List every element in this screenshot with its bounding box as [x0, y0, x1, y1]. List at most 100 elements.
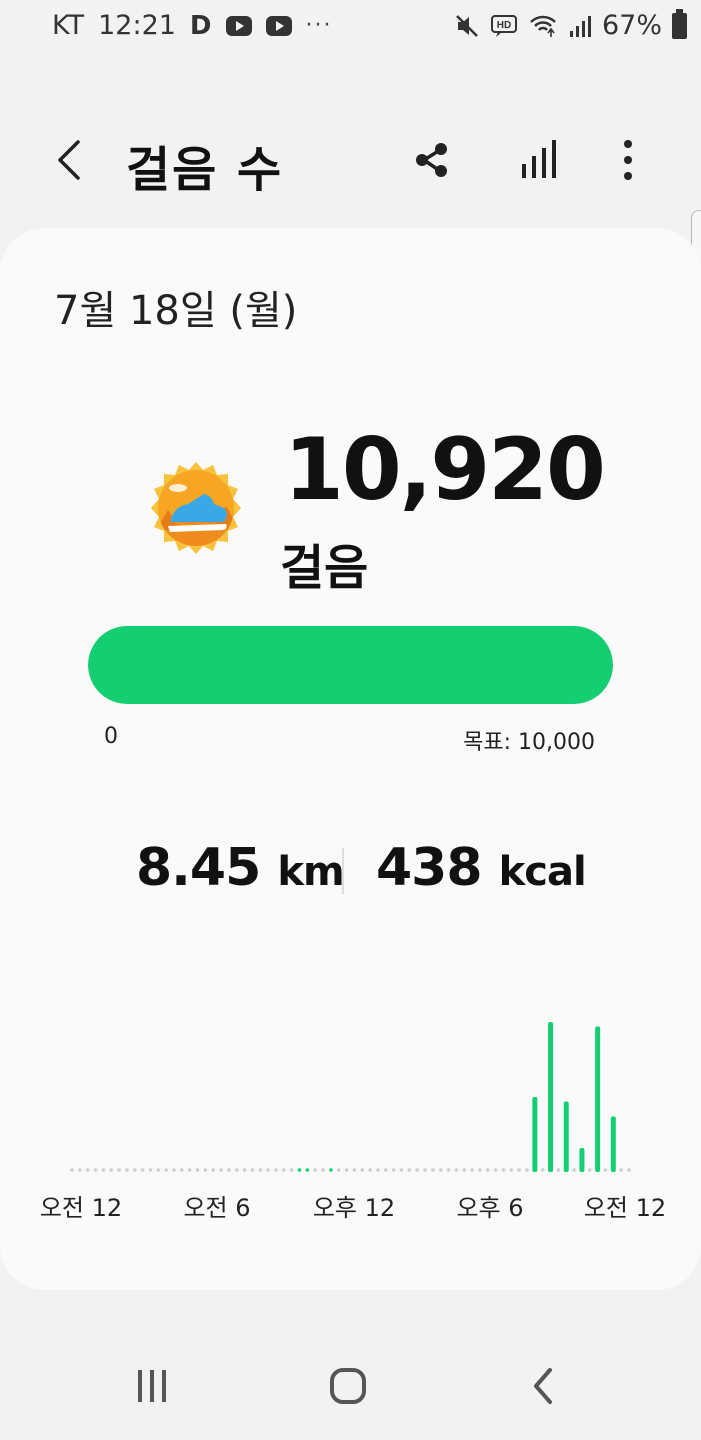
chart-baseline-dot — [93, 1168, 98, 1172]
chart-bar[interactable] — [595, 1026, 601, 1173]
chart-active-dot — [297, 1168, 302, 1172]
chart-bar[interactable] — [532, 1097, 538, 1172]
sneaker-badge-icon — [151, 462, 241, 554]
chart-baseline-dot — [180, 1168, 184, 1172]
x-axis-label: 오전 12 — [583, 1194, 667, 1222]
chart-baseline-dot — [258, 1168, 263, 1172]
carrier-label: KT — [52, 10, 85, 41]
back-nav-icon — [534, 1368, 552, 1404]
chart-baseline-dot — [219, 1168, 223, 1172]
chart-baseline-dot — [384, 1168, 388, 1172]
steps-badge — [148, 460, 244, 556]
hd-voice-icon: HD — [490, 14, 517, 37]
battery-percent: 67% — [601, 10, 662, 41]
overflow-notification-icon: ··· — [305, 13, 333, 38]
steps-count: 10,920 — [284, 420, 606, 520]
steps-unit: 걸음 — [280, 540, 369, 596]
recents-button[interactable] — [122, 1356, 182, 1416]
chart-baseline-dot — [344, 1168, 349, 1172]
share-button[interactable] — [402, 130, 462, 190]
x-axis-label: 오전 12 — [39, 1194, 123, 1222]
x-axis-label: 오후 6 — [456, 1194, 524, 1222]
signal-icon — [569, 15, 591, 37]
chart-baseline-dot — [446, 1168, 451, 1172]
back-icon — [58, 140, 80, 180]
chart-baseline-dot — [242, 1168, 247, 1172]
home-button[interactable] — [318, 1356, 378, 1416]
stats-icon — [522, 140, 556, 178]
chart-baseline-dot — [195, 1168, 200, 1172]
app-bar: 걸음 수 — [0, 110, 701, 210]
chart-baseline-dot — [336, 1168, 341, 1172]
x-axis-label: 오후 12 — [312, 1194, 396, 1222]
chart-active-dot — [305, 1168, 310, 1172]
chart-baseline-dot — [187, 1168, 192, 1172]
chart-baseline-dot — [368, 1168, 372, 1172]
stats-button[interactable] — [508, 130, 568, 190]
goal-progress-bar — [88, 626, 613, 704]
chart-baseline-dot — [619, 1168, 623, 1172]
chart-baseline-dot — [525, 1168, 529, 1172]
calories-value: 438 — [376, 838, 483, 898]
hourly-steps-chart[interactable] — [0, 998, 701, 1198]
chart-bar[interactable] — [579, 1148, 585, 1172]
goal-label: 목표: 10,000 — [463, 730, 595, 755]
chart-baseline-dot — [274, 1168, 278, 1172]
distance-stat: 8.45 km — [136, 838, 345, 898]
mute-icon — [456, 14, 478, 37]
chart-baseline-dot — [352, 1168, 357, 1172]
chart-active-dot — [329, 1168, 333, 1172]
chart-baseline-dot — [423, 1168, 427, 1172]
chart-baseline-dot — [250, 1168, 255, 1172]
chart-baseline-dot — [282, 1168, 286, 1172]
chart-baseline-dot — [509, 1168, 514, 1172]
chart-baseline-dot — [603, 1168, 608, 1172]
chart-baseline-dot — [485, 1168, 490, 1172]
goal-progress-fill — [88, 626, 613, 704]
chart-baseline-dot — [109, 1168, 114, 1172]
chart-baseline-dot — [85, 1168, 90, 1172]
page-title: 걸음 수 — [126, 142, 284, 198]
calories-unit: kcal — [498, 849, 587, 895]
chart-baseline-dot — [438, 1168, 443, 1172]
chart-baseline-dot — [415, 1168, 419, 1172]
chart-baseline-dot — [203, 1168, 208, 1172]
chart-bar[interactable] — [563, 1101, 569, 1173]
home-icon — [330, 1368, 366, 1404]
battery-icon — [672, 8, 687, 39]
calories-stat: 438 kcal — [376, 838, 587, 898]
chart-baseline-dot — [164, 1168, 168, 1172]
status-bar-right: HD 67% — [454, 8, 687, 41]
chart-baseline-dot — [360, 1168, 365, 1172]
svg-text:HD: HD — [497, 20, 511, 31]
chart-baseline-dot — [540, 1168, 545, 1172]
chart-x-axis: 오전 12 오전 6 오후 12 오후 6 오전 12 — [0, 1188, 701, 1228]
chart-baseline-dot — [391, 1168, 396, 1172]
chart-baseline-dot — [78, 1168, 82, 1172]
chart-baseline-dot — [407, 1168, 412, 1172]
chart-bar[interactable] — [610, 1116, 616, 1173]
chart-bar[interactable] — [548, 1022, 554, 1172]
more-options-button[interactable] — [598, 130, 658, 190]
status-bar-left: KT 12:21 D ··· — [52, 10, 333, 41]
chart-baseline-dot — [501, 1168, 506, 1172]
chart-baseline-dot — [470, 1168, 474, 1172]
chart-svg — [70, 1022, 631, 1173]
chart-baseline-dot — [132, 1168, 137, 1172]
chart-baseline-dot — [556, 1168, 561, 1172]
chart-baseline-dot — [140, 1168, 145, 1172]
youtube-icon — [265, 15, 292, 36]
activity-summary: 8.45 km 438 kcal — [0, 838, 701, 908]
x-axis-label: 오전 6 — [183, 1194, 251, 1222]
chart-baseline-dot — [211, 1168, 216, 1172]
chart-baseline-dot — [572, 1168, 576, 1172]
chart-baseline-dot — [376, 1168, 380, 1172]
progress-min-label: 0 — [104, 724, 118, 749]
nav-back-button[interactable] — [514, 1356, 574, 1416]
chart-baseline-dot — [125, 1168, 129, 1172]
back-button[interactable] — [48, 134, 92, 186]
chart-baseline-dot — [172, 1168, 176, 1172]
clock: 12:21 — [98, 10, 176, 41]
chart-baseline-dot — [321, 1168, 325, 1172]
chart-baseline-dot — [313, 1168, 317, 1172]
